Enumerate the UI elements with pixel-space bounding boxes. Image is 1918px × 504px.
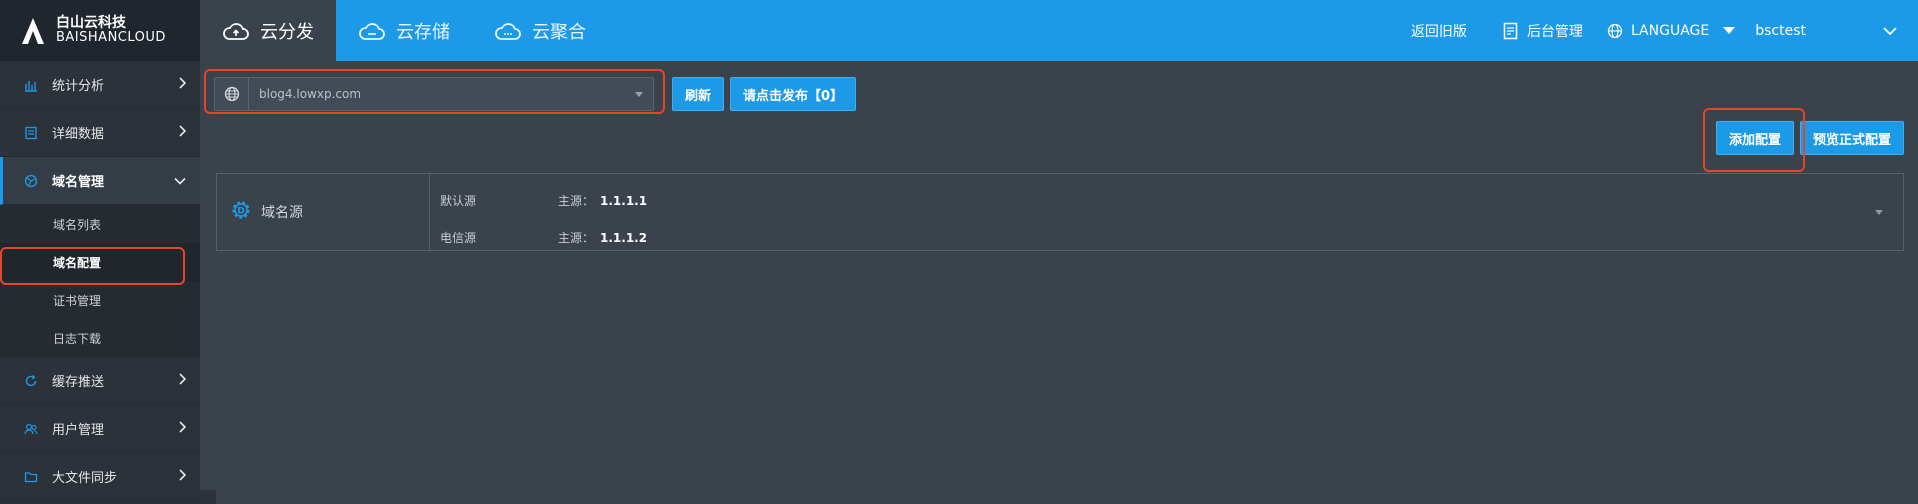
- chevron-down-icon: [1882, 26, 1898, 36]
- chevron-down-icon: [174, 173, 186, 188]
- refresh-icon: [24, 374, 38, 388]
- domain-submenu: 域名列表 域名配置 证书管理 日志下载: [0, 205, 200, 357]
- sidebar: 统计分析 详细数据 域名管理 域名列表 域名配置 证书管理 日志下载 缓存推送 …: [0, 61, 200, 504]
- sidebar-subitem-domain-list[interactable]: 域名列表: [0, 205, 200, 243]
- tab-cloud-storage[interactable]: 云存储: [336, 0, 472, 61]
- brand-logo[interactable]: 白山云科技 BAISHANCLOUD: [0, 0, 200, 61]
- tab-label: 云分发: [260, 21, 314, 43]
- sidebar-item-cache-push[interactable]: 缓存推送: [0, 357, 200, 405]
- sidebar-item-user-management[interactable]: 用户管理: [0, 405, 200, 453]
- origin-row: 电信源 主源： 1.1.1.2: [430, 219, 1903, 256]
- sidebar-item-statistics[interactable]: 统计分析: [0, 61, 200, 109]
- chevron-right-icon: [178, 124, 187, 141]
- chevron-right-icon: [178, 76, 187, 93]
- preview-config-button[interactable]: 预览正式配置: [1799, 121, 1904, 155]
- sidebar-item-label: 统计分析: [52, 79, 105, 94]
- brand-mark-icon: [20, 16, 46, 46]
- tab-label: 云存储: [396, 21, 450, 43]
- tab-cloud-aggregate[interactable]: 云聚合: [472, 0, 608, 61]
- sidebar-item-label: 大文件同步: [52, 471, 118, 486]
- origin-row: 默认源 主源： 1.1.1.1: [430, 182, 1903, 219]
- admin-document-icon: [1503, 22, 1519, 40]
- sidebar-subitem-certificates[interactable]: 证书管理: [0, 281, 200, 319]
- folder-icon: [24, 470, 38, 484]
- brand-name-en: BAISHANCLOUD: [56, 30, 166, 46]
- admin-link[interactable]: 后台管理: [1503, 21, 1583, 41]
- old-version-label: 返回旧版: [1410, 23, 1467, 40]
- globe-icon: [215, 78, 249, 110]
- sidebar-subitem-domain-config[interactable]: 域名配置: [0, 243, 200, 281]
- sidebar-item-domain-management[interactable]: 域名管理: [0, 157, 200, 205]
- sidebar-item-large-file-sync[interactable]: 大文件同步: [0, 453, 200, 501]
- subitem-label: 证书管理: [53, 293, 102, 308]
- add-config-button[interactable]: 添加配置: [1715, 121, 1794, 155]
- origin-key: 主源：: [558, 194, 595, 208]
- origin-section-title: 域名源: [261, 205, 303, 221]
- document-icon: [24, 126, 38, 140]
- origin-section-header: D 域名源: [217, 174, 430, 250]
- domain-select-value: blog4.lowxp.com: [259, 87, 362, 101]
- subitem-label: 域名列表: [53, 217, 102, 232]
- refresh-button[interactable]: 刷新: [672, 77, 725, 111]
- origin-key: 主源：: [558, 231, 595, 245]
- sidebar-subitem-log-download[interactable]: 日志下载: [0, 319, 200, 357]
- language-selector[interactable]: LANGUAGE: [1607, 22, 1736, 39]
- sidebar-item-label: 用户管理: [52, 423, 105, 438]
- tab-label: 云聚合: [532, 21, 586, 43]
- users-icon: [24, 422, 38, 436]
- bar-chart-icon: [24, 78, 38, 92]
- origin-rows: 默认源 主源： 1.1.1.1 电信源 主源： 1.1.1.2: [430, 174, 1903, 250]
- origin-value: 1.1.1.1: [600, 193, 648, 208]
- tab-cloud-distribution[interactable]: 云分发: [200, 0, 336, 61]
- caret-down-icon: [635, 91, 643, 97]
- old-version-link[interactable]: 返回旧版: [1411, 21, 1467, 41]
- brand-name-cn: 白山云科技: [56, 14, 126, 31]
- sidebar-item-label: 缓存推送: [52, 375, 105, 390]
- gear-d-icon: D: [229, 198, 253, 226]
- domain-toolbar: blog4.lowxp.com 刷新 请点击发布【0】: [214, 77, 857, 111]
- chevron-right-icon: [178, 372, 187, 389]
- caret-down-icon: [1723, 27, 1736, 34]
- top-bar: 白山云科技 BAISHANCLOUD 云分发 云存储 云聚合 返回旧版 后台管理…: [0, 0, 1918, 61]
- svg-text:D: D: [237, 207, 244, 217]
- globe-icon: [24, 174, 38, 188]
- user-menu[interactable]: bsctest: [1755, 23, 1898, 39]
- sidebar-collapse-handle[interactable]: [200, 490, 216, 504]
- top-right-menu: 返回旧版 后台管理 LANGUAGE bsctest: [1383, 0, 1918, 61]
- cloud-storage-icon: [358, 21, 386, 41]
- username: bsctest: [1755, 22, 1806, 39]
- subitem-label: 日志下载: [53, 331, 102, 346]
- origin-config-panel[interactable]: D 域名源 默认源 主源： 1.1.1.1 电信源 主源： 1.1.1.2: [216, 173, 1904, 251]
- config-actions: 添加配置 预览正式配置: [1715, 121, 1904, 155]
- subitem-label: 域名配置: [53, 255, 102, 270]
- main-content: blog4.lowxp.com 刷新 请点击发布【0】 添加配置 预览正式配置 …: [200, 61, 1918, 504]
- publish-button[interactable]: 请点击发布【0】: [730, 77, 857, 111]
- cloud-aggregate-icon: [494, 21, 522, 41]
- cloud-upload-icon: [222, 21, 250, 41]
- product-tabs: 云分发 云存储 云聚合: [200, 0, 608, 61]
- admin-label: 后台管理: [1526, 23, 1583, 40]
- sidebar-item-details[interactable]: 详细数据: [0, 109, 200, 157]
- sidebar-item-label: 详细数据: [52, 127, 105, 142]
- expand-caret-icon[interactable]: [1875, 210, 1883, 215]
- language-label: LANGUAGE: [1630, 22, 1710, 39]
- globe-icon: [1607, 23, 1623, 39]
- origin-name: 电信源: [440, 231, 477, 245]
- chevron-right-icon: [178, 420, 187, 437]
- domain-select[interactable]: blog4.lowxp.com: [214, 77, 654, 111]
- sidebar-item-label: 域名管理: [52, 175, 105, 190]
- origin-value: 1.1.1.2: [600, 230, 648, 245]
- chevron-right-icon: [178, 468, 187, 485]
- origin-name: 默认源: [440, 194, 477, 208]
